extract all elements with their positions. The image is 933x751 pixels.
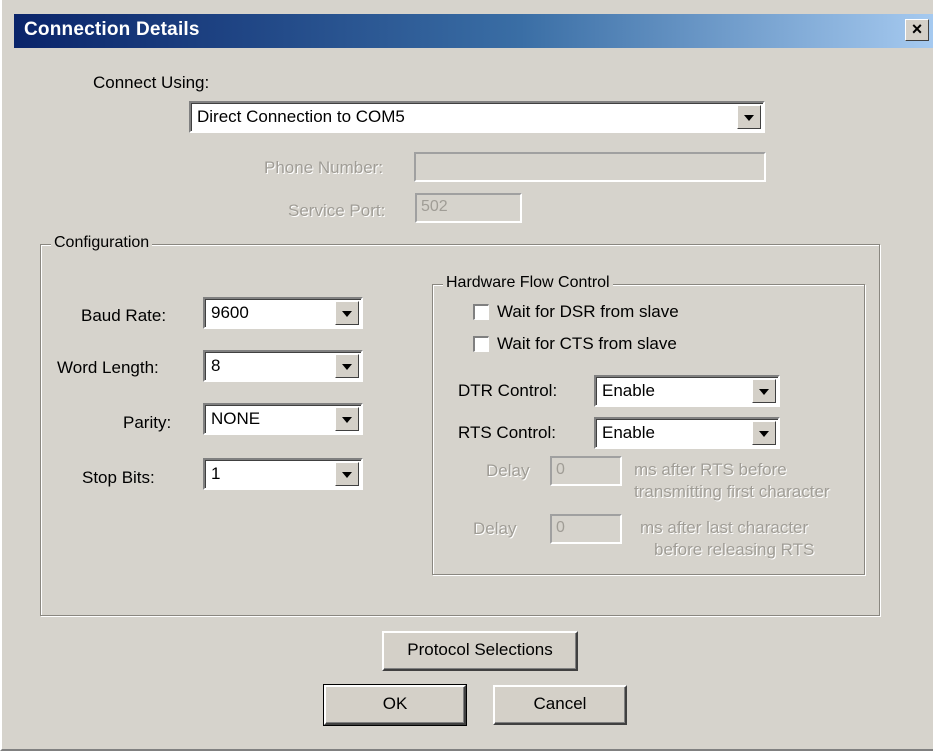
wait-cts-checkbox-row[interactable]: Wait for CTS from slave	[473, 334, 733, 356]
word-length-label: Word Length:	[57, 358, 159, 377]
close-icon: ×	[911, 19, 923, 39]
configuration-group-title: Configuration	[51, 234, 153, 252]
service-port-label: Service Port:	[288, 201, 386, 220]
protocol-selections-button[interactable]: Protocol Selections	[382, 631, 578, 671]
hardware-flow-control-title: Hardware Flow Control	[443, 274, 613, 292]
rts-control-value: Enable	[602, 423, 655, 442]
phone-number-field[interactable]	[414, 152, 766, 182]
chevron-down-icon[interactable]	[752, 379, 776, 403]
stop-bits-label: Stop Bits:	[82, 468, 155, 487]
delay-rts-before-note-line2: transmitting first character	[634, 482, 830, 501]
parity-select[interactable]: NONE	[203, 403, 363, 435]
delay-release-rts-note-line1: ms after last character	[640, 518, 809, 537]
wait-cts-checkbox[interactable]	[473, 336, 489, 352]
wait-dsr-checkbox-row[interactable]: Wait for DSR from slave	[473, 302, 733, 324]
dtr-control-select[interactable]: Enable	[594, 375, 780, 407]
parity-value: NONE	[211, 409, 261, 428]
delay-rts-before-label: Delay	[486, 461, 530, 480]
baud-rate-value: 9600	[211, 303, 249, 322]
dtr-control-label: DTR Control:	[458, 381, 558, 400]
connection-details-dialog: Connection Details × Connect Using: Dire…	[0, 0, 933, 751]
delay-release-rts-label: Delay	[473, 519, 517, 538]
chevron-down-icon[interactable]	[335, 301, 359, 325]
delay-rts-before-field[interactable]: 0	[550, 456, 622, 486]
word-length-select[interactable]: 8	[203, 350, 363, 382]
rts-control-select[interactable]: Enable	[594, 417, 780, 449]
chevron-down-icon[interactable]	[335, 354, 359, 378]
wait-cts-label: Wait for CTS from slave	[497, 334, 677, 353]
title-bar: Connection Details ×	[14, 14, 933, 48]
window-title: Connection Details	[24, 19, 200, 40]
chevron-down-icon[interactable]	[335, 407, 359, 431]
delay-release-rts-value: 0	[556, 519, 565, 536]
connect-using-label: Connect Using:	[93, 73, 210, 92]
rts-control-label: RTS Control:	[458, 423, 556, 442]
word-length-value: 8	[211, 356, 221, 375]
chevron-down-icon[interactable]	[752, 421, 776, 445]
baud-rate-select[interactable]: 9600	[203, 297, 363, 329]
parity-label: Parity:	[123, 413, 172, 432]
cancel-button[interactable]: Cancel	[493, 685, 627, 725]
stop-bits-value: 1	[211, 464, 221, 483]
delay-rts-before-value: 0	[556, 461, 565, 478]
ok-button[interactable]: OK	[323, 684, 467, 726]
delay-release-rts-field[interactable]: 0	[550, 514, 622, 544]
baud-rate-label: Baud Rate:	[81, 306, 167, 325]
chevron-down-icon[interactable]	[335, 462, 359, 486]
delay-release-rts-note-line2: before releasing RTS	[654, 540, 815, 559]
wait-dsr-checkbox[interactable]	[473, 304, 489, 320]
phone-number-label: Phone Number:	[264, 158, 384, 177]
chevron-down-icon[interactable]	[737, 105, 761, 129]
dtr-control-value: Enable	[602, 381, 655, 400]
connect-using-value: Direct Connection to COM5	[197, 107, 405, 126]
wait-dsr-label: Wait for DSR from slave	[497, 302, 679, 321]
close-button[interactable]: ×	[905, 19, 929, 41]
delay-rts-before-note-line1: ms after RTS before	[634, 460, 787, 479]
service-port-value: 502	[421, 198, 448, 215]
stop-bits-select[interactable]: 1	[203, 458, 363, 490]
connect-using-select[interactable]: Direct Connection to COM5	[189, 101, 765, 133]
service-port-field[interactable]: 502	[415, 193, 522, 223]
